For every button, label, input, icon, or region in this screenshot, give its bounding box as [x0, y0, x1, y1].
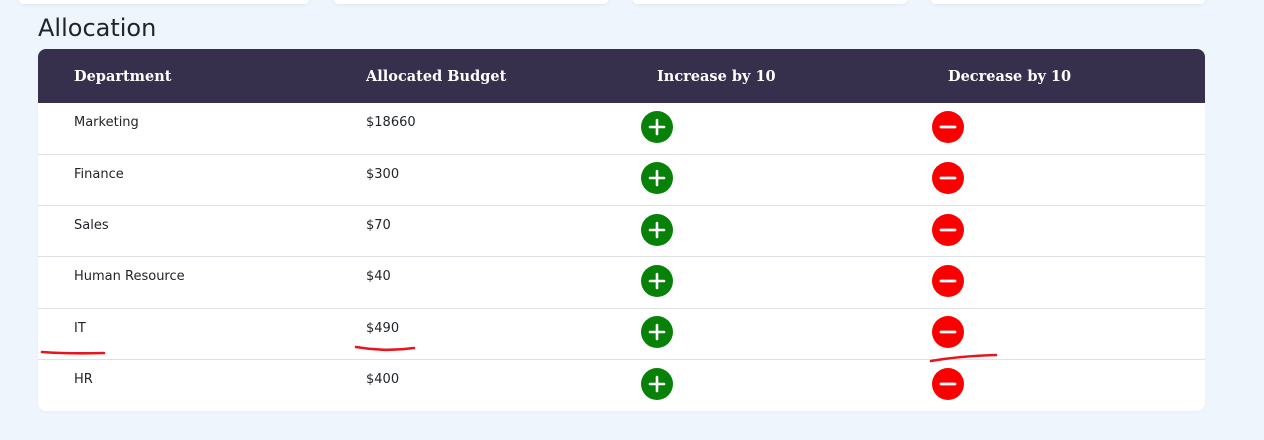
- plus-circle-icon: [648, 170, 666, 187]
- increase-cell: [621, 103, 912, 154]
- increase-cell: [621, 360, 912, 411]
- allocation-table-card: Department Allocated Budget Increase by …: [38, 49, 1205, 411]
- table-row: Human Resource $40: [38, 256, 1205, 308]
- budget-cell: $70: [330, 206, 621, 257]
- column-header-allocated-budget: Allocated Budget: [366, 67, 507, 85]
- decrease-cell: [912, 360, 1205, 411]
- top-card: [930, 0, 1206, 4]
- table-row: Finance $300: [38, 154, 1205, 205]
- department-name: IT: [74, 320, 86, 336]
- increase-cell: [621, 308, 912, 359]
- decrease-cell: [912, 103, 1205, 154]
- decrease-button[interactable]: [932, 213, 964, 246]
- department-name: Finance: [74, 166, 124, 182]
- increase-button[interactable]: [641, 368, 673, 401]
- budget-cell: $300: [330, 154, 621, 205]
- minus-circle-icon: [939, 125, 957, 129]
- allocated-budget-value: $400: [366, 372, 400, 388]
- decrease-cell: [912, 154, 1205, 205]
- increase-cell: [621, 257, 912, 308]
- allocated-budget-value: $300: [366, 166, 400, 182]
- column-header-increase: Increase by 10: [657, 67, 776, 85]
- budget-cell: $40: [330, 257, 621, 308]
- decrease-button[interactable]: [932, 110, 964, 143]
- allocation-table: Department Allocated Budget Increase by …: [38, 49, 1205, 411]
- budget-cell: $490: [330, 308, 621, 359]
- allocated-budget-value: $18660: [366, 115, 416, 130]
- decrease-cell: [912, 308, 1205, 359]
- table-body: Marketing $18660 Finance $300 Sales $70 Human …: [38, 103, 1205, 411]
- table-row: IT $490: [38, 308, 1205, 359]
- minus-circle-icon: [939, 279, 957, 283]
- increase-button[interactable]: [641, 213, 673, 246]
- table-row: HR $400: [38, 359, 1205, 411]
- plus-circle-icon: [648, 221, 666, 239]
- allocated-budget-value: $490: [366, 320, 400, 336]
- department-cell: HR: [38, 360, 330, 411]
- decrease-button[interactable]: [932, 265, 964, 298]
- budget-cell: $18660: [330, 103, 621, 154]
- department-cell: Marketing: [38, 103, 330, 154]
- decrease-cell: [912, 257, 1205, 308]
- department-name: Sales: [74, 218, 109, 234]
- plus-circle-icon: [648, 272, 666, 290]
- department-name: HR: [74, 372, 93, 388]
- increase-button[interactable]: [641, 316, 673, 349]
- table-row: Marketing $18660: [38, 103, 1205, 154]
- department-cell: Human Resource: [38, 257, 330, 308]
- department-name: Marketing: [74, 115, 139, 130]
- minus-circle-icon: [939, 177, 957, 180]
- department-name: Human Resource: [74, 269, 185, 285]
- top-card: [632, 0, 908, 4]
- increase-cell: [621, 206, 912, 257]
- top-card: [333, 0, 609, 4]
- decrease-button[interactable]: [932, 162, 964, 195]
- department-cell: Sales: [38, 206, 330, 257]
- decrease-button[interactable]: [932, 316, 964, 349]
- page-title: Allocation: [38, 14, 157, 42]
- increase-button[interactable]: [641, 265, 673, 298]
- decrease-button[interactable]: [932, 368, 964, 401]
- plus-circle-icon: [648, 324, 666, 341]
- table-header-row: Department Allocated Budget Increase by …: [38, 49, 1205, 103]
- allocated-budget-value: $40: [366, 269, 391, 285]
- decrease-cell: [912, 206, 1205, 257]
- increase-button[interactable]: [641, 162, 673, 195]
- plus-circle-icon: [648, 375, 666, 393]
- department-cell: IT: [38, 308, 330, 359]
- top-card: [18, 0, 310, 4]
- plus-circle-icon: [648, 118, 666, 136]
- department-cell: Finance: [38, 154, 330, 205]
- allocated-budget-value: $70: [366, 218, 391, 234]
- column-header-department: Department: [74, 67, 172, 85]
- table-row: Sales $70: [38, 205, 1205, 257]
- increase-cell: [621, 154, 912, 205]
- top-cards-strip: [0, 0, 1264, 6]
- minus-circle-icon: [939, 382, 957, 386]
- minus-circle-icon: [939, 331, 957, 334]
- minus-circle-icon: [939, 228, 957, 232]
- table-header: Department Allocated Budget Increase by …: [38, 49, 1205, 103]
- column-header-decrease: Decrease by 10: [948, 67, 1072, 85]
- budget-cell: $400: [330, 360, 621, 411]
- increase-button[interactable]: [641, 110, 673, 143]
